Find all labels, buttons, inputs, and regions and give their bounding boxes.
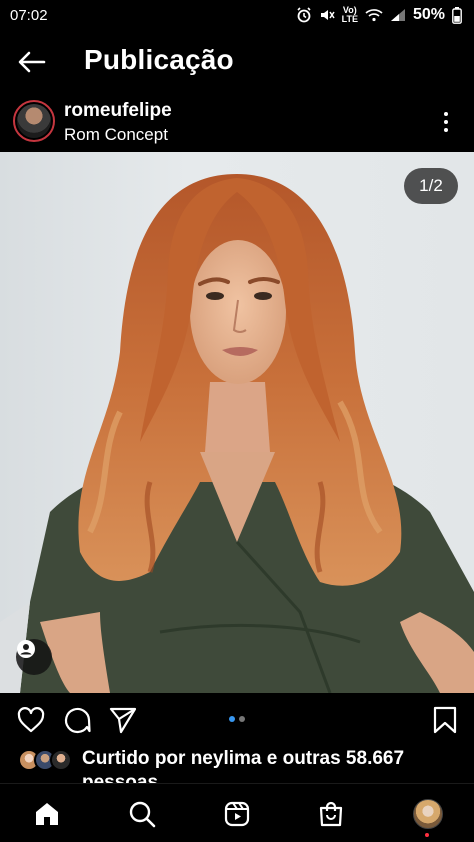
portrait-illustration xyxy=(0,174,474,693)
battery-icon xyxy=(452,6,462,24)
liker-avatars xyxy=(18,749,78,771)
likes-text[interactable]: Curtido por neylima e outras 58.667 pess… xyxy=(82,747,462,783)
carousel-indicator xyxy=(229,716,245,722)
post-actions-bar xyxy=(0,693,474,745)
likes-summary[interactable]: Curtido por neylima e outras 58.667 pess… xyxy=(0,745,474,783)
like-icon[interactable] xyxy=(16,705,46,735)
post-location[interactable]: Rom Concept xyxy=(64,125,168,145)
page-title: Publicação xyxy=(84,44,234,75)
bottom-navigation xyxy=(0,783,474,842)
signal-icon xyxy=(390,8,406,22)
post-author-row: romeufelipe Rom Concept xyxy=(0,92,474,152)
reels-icon[interactable] xyxy=(221,798,253,830)
save-icon[interactable] xyxy=(430,705,460,735)
status-icons: Vo) LTE 50% xyxy=(296,6,462,24)
wifi-icon xyxy=(365,8,383,22)
status-bar: 07:02 Vo) LTE 50% xyxy=(0,0,474,30)
home-icon[interactable] xyxy=(31,798,63,830)
alarm-icon xyxy=(296,7,312,23)
post-image[interactable]: 1/2 xyxy=(0,152,474,693)
back-arrow-icon[interactable] xyxy=(16,46,48,78)
status-time: 07:02 xyxy=(10,6,48,24)
search-icon[interactable] xyxy=(126,798,158,830)
mute-icon xyxy=(319,7,335,23)
top-app-bar: Publicação xyxy=(0,30,474,92)
comment-icon[interactable] xyxy=(62,705,92,735)
image-counter-badge: 1/2 xyxy=(404,168,458,204)
author-avatar[interactable] xyxy=(13,100,55,142)
more-options-icon[interactable] xyxy=(436,108,456,136)
notification-dot xyxy=(425,833,429,837)
liker-avatar xyxy=(50,749,72,771)
carousel-dot-active xyxy=(229,716,235,722)
carousel-dot xyxy=(239,716,245,722)
shop-icon[interactable] xyxy=(315,798,347,830)
share-icon[interactable] xyxy=(108,705,138,735)
profile-avatar[interactable] xyxy=(412,798,444,830)
battery-percentage: 50% xyxy=(412,6,445,23)
tagged-people-icon[interactable] xyxy=(16,639,52,675)
author-username[interactable]: romeufelipe xyxy=(64,100,172,122)
lte-icon: Vo) LTE xyxy=(341,5,358,24)
